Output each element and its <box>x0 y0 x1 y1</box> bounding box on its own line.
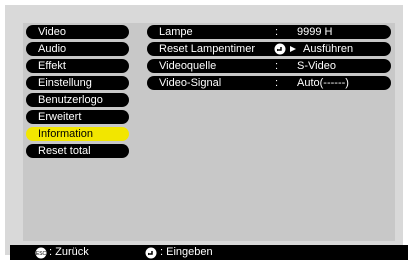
info-value: S-Video <box>297 60 336 72</box>
menu-item-label: Effekt <box>38 60 66 72</box>
info-value: Ausführen <box>303 43 354 55</box>
info-separator: : <box>275 26 279 38</box>
esc-icon: ESC <box>35 247 47 259</box>
footer-bar: ESC : Zurück : Eingeben <box>10 245 408 260</box>
footer-back-label: : Zurück <box>49 246 89 258</box>
svg-text:ESC: ESC <box>36 251 47 257</box>
info-separator: : <box>275 60 279 72</box>
menu-item-label: Erweitert <box>38 111 82 123</box>
arrow-right-icon <box>290 46 296 52</box>
info-value: 9999 H <box>297 26 333 38</box>
menu-item-benutzerlogo[interactable]: Benutzerlogo <box>26 93 129 107</box>
info-value: Auto(------) <box>297 77 349 89</box>
menu-item-label: Einstellung <box>38 77 92 89</box>
menu-item-reset-total[interactable]: Reset total <box>26 144 129 158</box>
info-label: Reset Lampentimer <box>159 43 255 55</box>
menu-item-label: Information <box>38 128 94 140</box>
osd-panel: Video Audio Effekt Einstellung Benutzerl… <box>23 23 395 241</box>
info-row-videoquelle: Videoquelle : S-Video <box>147 59 391 73</box>
menu-item-effekt[interactable]: Effekt <box>26 59 129 73</box>
menu-item-label: Benutzerlogo <box>38 94 103 106</box>
info-separator: : <box>275 77 279 89</box>
menu-container: Video Audio Effekt Einstellung Benutzerl… <box>23 23 395 241</box>
menu-item-video[interactable]: Video <box>26 25 129 39</box>
info-row-reset-lampentimer[interactable]: Reset Lampentimer Ausführen <box>147 42 391 56</box>
menu-item-label: Video <box>38 26 66 38</box>
info-row-video-signal: Video-Signal : Auto(------) <box>147 76 391 90</box>
info-label: Videoquelle <box>159 60 217 72</box>
info-row-lampe: Lampe : 9999 H <box>147 25 391 39</box>
menu-item-label: Audio <box>38 43 67 55</box>
menu-item-einstellung[interactable]: Einstellung <box>26 76 129 90</box>
menu-item-label: Reset total <box>38 145 91 157</box>
menu-item-erweitert[interactable]: Erweitert <box>26 110 129 124</box>
info-label: Video-Signal <box>159 77 222 89</box>
enter-icon <box>145 247 157 259</box>
menu-item-information[interactable]: Information <box>26 127 129 141</box>
enter-icon <box>274 43 286 55</box>
osd-frame: Video Audio Effekt Einstellung Benutzerl… <box>5 5 408 260</box>
info-label: Lampe <box>159 26 193 38</box>
menu-item-audio[interactable]: Audio <box>26 42 129 56</box>
footer-enter-label: : Eingeben <box>160 246 213 258</box>
